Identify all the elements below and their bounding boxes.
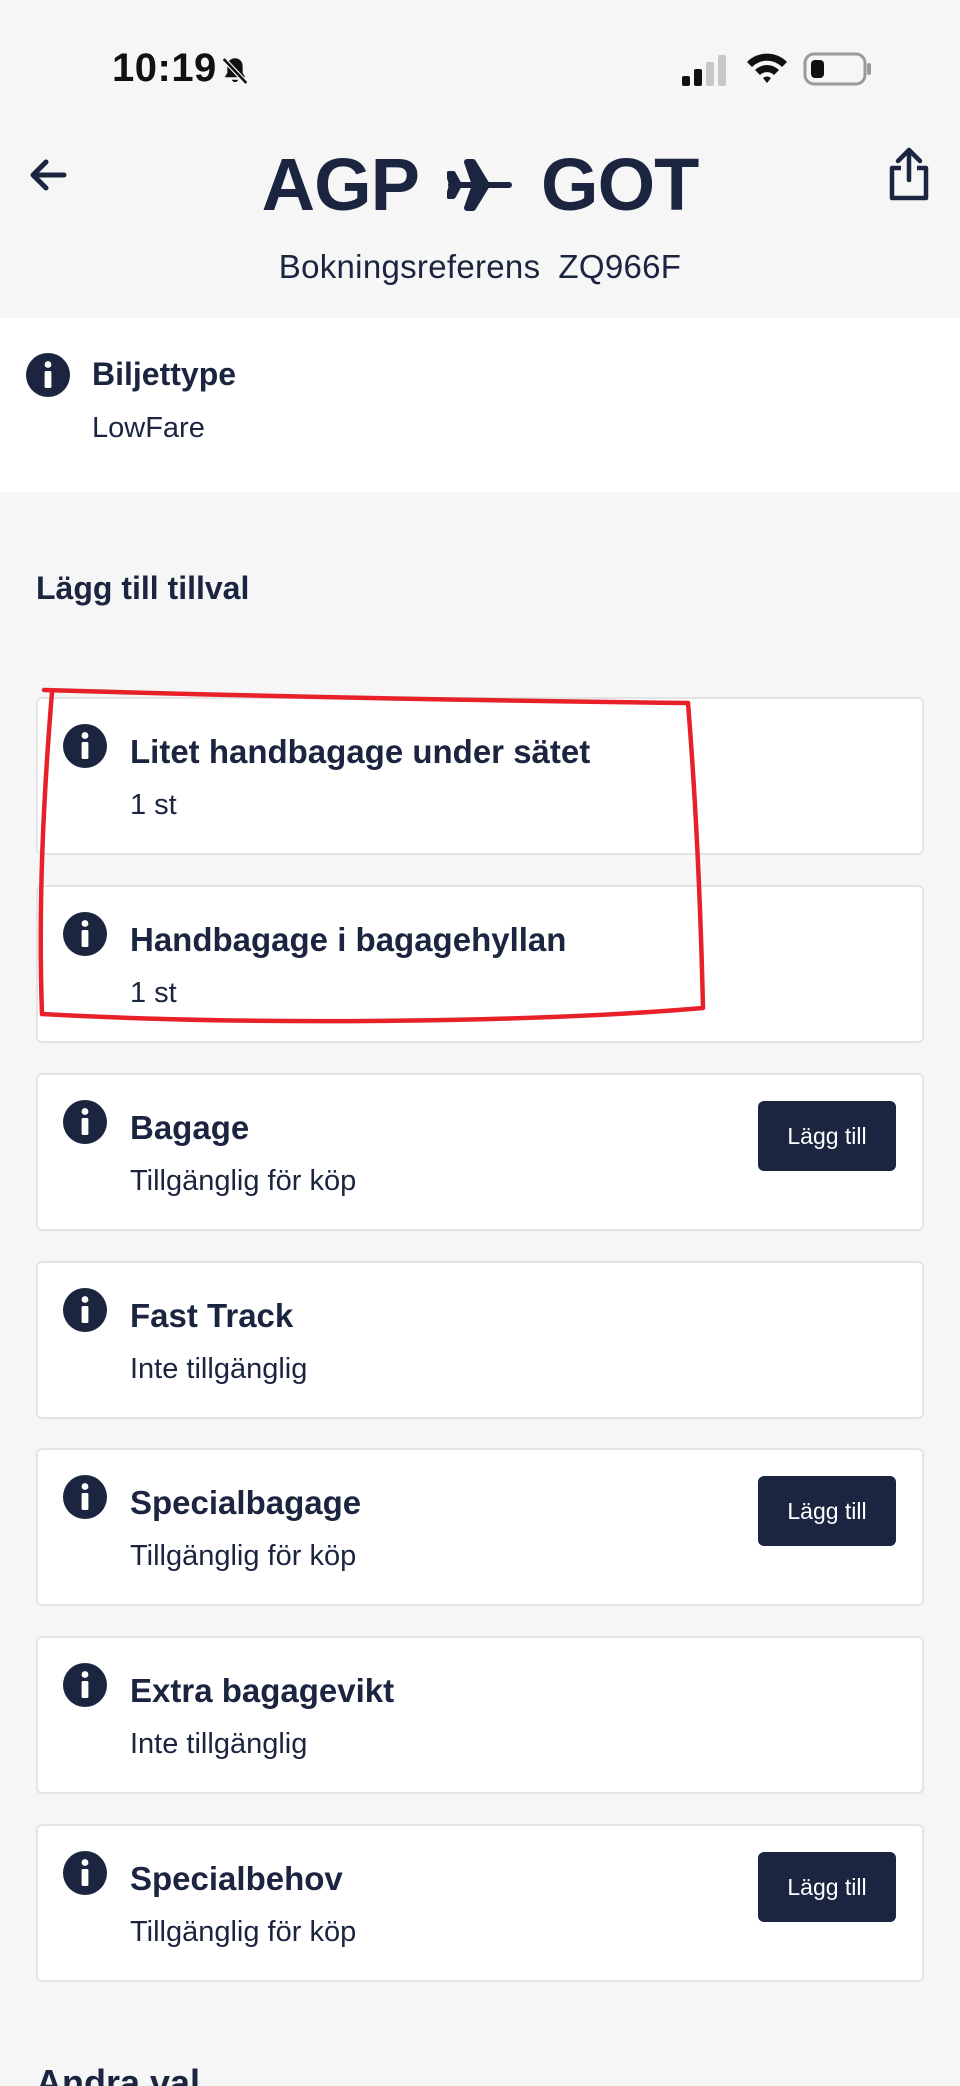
ticket-type-section: Biljettype LowFare bbox=[0, 318, 960, 492]
destination-code: GOT bbox=[541, 143, 699, 226]
info-icon[interactable] bbox=[62, 1474, 108, 1520]
airplane-icon bbox=[447, 159, 513, 211]
addon-title: Handbagage i bagagehyllan bbox=[130, 921, 567, 958]
battery-icon bbox=[803, 52, 871, 86]
wifi-icon bbox=[747, 53, 787, 83]
booking-reference-code: ZQ966F bbox=[558, 248, 682, 285]
ticket-type-title: Biljettype bbox=[92, 356, 237, 392]
addon-title: Litet handbagage under sätet bbox=[130, 733, 591, 770]
addons-section-title: Lägg till tillval bbox=[36, 570, 250, 606]
addon-status: Tillgänglig för köp bbox=[130, 1540, 357, 1572]
addon-title: Specialbehov bbox=[130, 1860, 343, 1897]
ticket-type-value: LowFare bbox=[92, 412, 205, 444]
bell-muted-icon bbox=[221, 57, 249, 85]
info-icon[interactable] bbox=[62, 723, 108, 769]
info-icon[interactable] bbox=[62, 1850, 108, 1896]
addon-card-overhead-cabin-bag: Handbagage i bagagehyllan 1 st bbox=[36, 885, 924, 1043]
addon-title: Bagage bbox=[130, 1109, 250, 1146]
addon-title: Specialbagage bbox=[130, 1484, 362, 1521]
status-bar: 10:19 bbox=[0, 0, 960, 120]
booking-header: AGP GOT Bokningsreferens ZQ966F bbox=[0, 120, 960, 320]
origin-code: AGP bbox=[261, 143, 420, 226]
info-icon[interactable] bbox=[62, 911, 108, 957]
info-icon[interactable] bbox=[62, 1099, 108, 1145]
addon-status: Inte tillgänglig bbox=[130, 1728, 308, 1760]
addon-title: Fast Track bbox=[130, 1297, 294, 1334]
info-icon[interactable] bbox=[62, 1287, 108, 1333]
addon-status: Tillgänglig för köp bbox=[130, 1916, 357, 1948]
addon-title: Extra bagagevikt bbox=[130, 1672, 395, 1709]
next-section-title: Andra val bbox=[36, 2062, 201, 2086]
route-title: AGP GOT bbox=[0, 142, 960, 227]
addon-status: Tillgänglig för köp bbox=[130, 1165, 357, 1197]
status-time: 10:19 bbox=[112, 46, 217, 90]
addon-status: Inte tillgänglig bbox=[130, 1353, 308, 1385]
addon-card-small-cabin-bag: Litet handbagage under sätet 1 st bbox=[36, 697, 924, 855]
share-icon[interactable] bbox=[884, 144, 934, 204]
info-icon[interactable] bbox=[62, 1662, 108, 1708]
addon-card-special-baggage: Specialbagage Tillgänglig för köp Lägg t… bbox=[36, 1448, 924, 1606]
addon-card-baggage: Bagage Tillgänglig för köp Lägg till bbox=[36, 1073, 924, 1231]
booking-reference: Bokningsreferens ZQ966F bbox=[0, 248, 960, 286]
add-baggage-button[interactable]: Lägg till bbox=[758, 1101, 896, 1171]
addon-card-special-needs: Specialbehov Tillgänglig för köp Lägg ti… bbox=[36, 1824, 924, 1982]
addon-card-fast-track: Fast Track Inte tillgänglig bbox=[36, 1261, 924, 1419]
addon-status: 1 st bbox=[130, 789, 177, 821]
add-special-baggage-button[interactable]: Lägg till bbox=[758, 1476, 896, 1546]
add-special-needs-button[interactable]: Lägg till bbox=[758, 1852, 896, 1922]
cellular-signal-icon bbox=[682, 55, 726, 86]
info-icon[interactable] bbox=[25, 352, 71, 398]
addon-status: 1 st bbox=[130, 977, 177, 1009]
booking-reference-label: Bokningsreferens bbox=[278, 248, 541, 285]
addon-card-extra-baggage-weight: Extra bagagevikt Inte tillgänglig bbox=[36, 1636, 924, 1794]
